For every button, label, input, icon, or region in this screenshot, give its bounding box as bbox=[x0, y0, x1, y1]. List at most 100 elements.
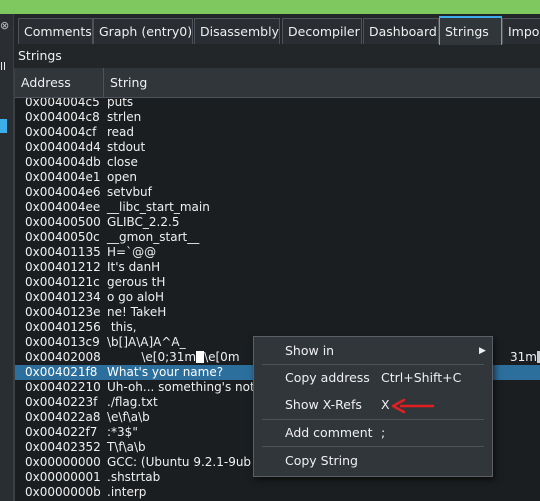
table-row[interactable]: 0x004004ee __libc_start_main bbox=[15, 200, 540, 215]
row-string-text: What's your name? bbox=[107, 365, 224, 379]
row-string: It's danH bbox=[107, 260, 160, 275]
table-row[interactable]: 0x004004cf read bbox=[15, 125, 540, 140]
row-string: What's your name? bbox=[107, 365, 223, 380]
table-row[interactable]: 0x0040123e ne! TakeH bbox=[15, 305, 540, 320]
menu-item-label: Copy address bbox=[285, 370, 370, 385]
row-string: read bbox=[107, 125, 134, 140]
tab-decompiler[interactable]: Decompiler bbox=[282, 18, 362, 44]
menu-item-shortcut: X bbox=[381, 397, 390, 412]
row-address: 0x004004ee bbox=[25, 200, 101, 214]
row-string: strlen bbox=[107, 110, 141, 125]
row-string-text: open bbox=[107, 170, 137, 184]
table-row[interactable]: 0x004004e1 open bbox=[15, 170, 540, 185]
row-address: 0x0000000b bbox=[25, 485, 101, 499]
menu-item-copy-address[interactable]: Copy address Ctrl+Shift+C bbox=[254, 366, 492, 390]
row-string-text: stdout bbox=[107, 140, 146, 154]
table-row[interactable]: 0x004004c5 puts bbox=[15, 98, 540, 110]
row-string: H=`@@ bbox=[107, 245, 156, 260]
table-row[interactable]: 0x0000000b .interp bbox=[15, 485, 540, 500]
escape-block-glyph bbox=[196, 351, 205, 363]
menu-item-shortcut: Ctrl+Shift+C bbox=[381, 370, 462, 385]
row-string: __libc_start_main bbox=[107, 200, 210, 215]
tab-strings[interactable]: Strings bbox=[439, 16, 502, 45]
row-string-text: GCC: (Ubuntu 9.2.1-9ub bbox=[107, 455, 252, 469]
row-string-text: ne! TakeH bbox=[107, 305, 167, 319]
row-address: 0x004004d4 bbox=[25, 140, 101, 154]
menu-item-label: Add comment bbox=[285, 425, 373, 440]
row-string-text: close bbox=[107, 155, 138, 169]
menu-item-label: Show in bbox=[285, 343, 335, 358]
table-row[interactable]: 0x0040050c __gmon_start__ bbox=[15, 230, 540, 245]
column-header-address[interactable]: Address bbox=[15, 68, 104, 97]
tab-dashboard[interactable]: Dashboard bbox=[363, 18, 439, 44]
table-row[interactable]: 0x00401234 o go aloH bbox=[15, 290, 540, 305]
row-string-text: read bbox=[107, 125, 135, 139]
row-string-text: It's danH bbox=[107, 260, 161, 274]
row-string-tail2-text: 31m bbox=[510, 350, 537, 364]
row-string-tail: \e[0m bbox=[204, 350, 240, 364]
menu-item-show-in[interactable]: Show in ▶ bbox=[254, 339, 492, 363]
row-string-text: strlen bbox=[107, 110, 142, 124]
row-address: 0x004022a8 bbox=[25, 410, 101, 424]
table-row[interactable]: 0x0040121c gerous tH bbox=[15, 275, 540, 290]
row-address: 0x00402352 bbox=[25, 440, 101, 454]
row-string-text: GLIBC_2.2.5 bbox=[107, 215, 180, 229]
row-string-text: :*3$" bbox=[107, 425, 138, 439]
menu-item-copy-string[interactable]: Copy String bbox=[254, 449, 492, 473]
row-address: 0x00402210 bbox=[25, 380, 101, 394]
row-address: 0x0040223f bbox=[25, 395, 98, 409]
menu-item-add-comment[interactable]: Add comment; bbox=[254, 421, 492, 445]
row-string: this, bbox=[107, 320, 137, 335]
tab-graph-entry0[interactable]: Graph (entry0) bbox=[93, 18, 193, 44]
row-string-text: .shstrtab bbox=[107, 470, 161, 484]
row-address: 0x0040121c bbox=[25, 275, 100, 289]
table-header: Address String bbox=[15, 68, 540, 98]
table-row[interactable]: 0x004004c8 strlen bbox=[15, 110, 540, 125]
table-row[interactable]: 0x00401135 H=`@@ bbox=[15, 245, 540, 260]
row-string: __gmon_start__ bbox=[107, 230, 199, 245]
row-string-text: .interp bbox=[107, 485, 147, 499]
tab-impo[interactable]: Impo bbox=[502, 18, 540, 44]
submenu-arrow-icon: ▶ bbox=[479, 346, 486, 356]
row-string-text: setvbuf bbox=[107, 185, 152, 199]
menu-item-label: Show X-Refs bbox=[285, 397, 362, 412]
table-row[interactable]: 0x00401256 this, bbox=[15, 320, 540, 335]
row-address: 0x00401234 bbox=[25, 290, 101, 304]
row-address: 0x004004e6 bbox=[25, 185, 101, 199]
row-string: o go aloH bbox=[107, 290, 164, 305]
row-string: GLIBC_2.2.5 bbox=[107, 215, 179, 230]
row-address: 0x00402008 bbox=[25, 350, 101, 364]
row-address: 0x004004e1 bbox=[25, 170, 101, 184]
tab-bar: Comments Graph (entry0) Disassembly Decompi… bbox=[14, 14, 540, 45]
row-address: 0x0040123e bbox=[25, 305, 101, 319]
row-address: 0x00401212 bbox=[25, 260, 101, 274]
row-string: .shstrtab bbox=[107, 470, 160, 485]
table-row[interactable]: 0x004004d4 stdout bbox=[15, 140, 540, 155]
row-address: 0x00000001 bbox=[25, 470, 101, 484]
tab-comments[interactable]: Comments bbox=[18, 18, 93, 44]
row-address: 0x00400500 bbox=[25, 215, 101, 229]
left-panel-selection bbox=[0, 119, 7, 133]
row-string: :*3$" bbox=[107, 425, 138, 440]
row-string-text: __libc_start_main bbox=[107, 200, 210, 214]
table-row[interactable]: 0x00401212 It's danH bbox=[15, 260, 540, 275]
row-string-text: \e[0;31m bbox=[107, 350, 197, 364]
table-row[interactable]: 0x004004db close bbox=[15, 155, 540, 170]
row-address: 0x00401135 bbox=[25, 245, 101, 259]
row-string: \e[0;31m \e[0m 31m bbox=[107, 350, 540, 365]
table-row[interactable]: 0x004004e6 setvbuf bbox=[15, 185, 540, 200]
row-string-text: __gmon_start__ bbox=[107, 230, 200, 244]
row-address: 0x0040050c bbox=[25, 230, 100, 244]
menu-item-show-x-refs[interactable]: Show X-Refs X bbox=[254, 393, 492, 417]
tab-disassembly[interactable]: Disassembly bbox=[194, 18, 280, 44]
row-string: \e\f\a\b bbox=[107, 410, 150, 425]
table-row[interactable]: 0x00400500 GLIBC_2.2.5 bbox=[15, 215, 540, 230]
close-icon[interactable]: ⊗ bbox=[0, 20, 9, 32]
row-string-text: o go aloH bbox=[107, 290, 164, 304]
row-address: 0x00401256 bbox=[25, 320, 101, 334]
row-address: 0x004004c5 bbox=[25, 98, 100, 109]
column-header-string[interactable]: String bbox=[104, 68, 540, 97]
row-string: ./flag.txt bbox=[107, 395, 158, 410]
row-address: 0x00000000 bbox=[25, 455, 101, 469]
row-string-tail2: 31m bbox=[510, 350, 540, 365]
